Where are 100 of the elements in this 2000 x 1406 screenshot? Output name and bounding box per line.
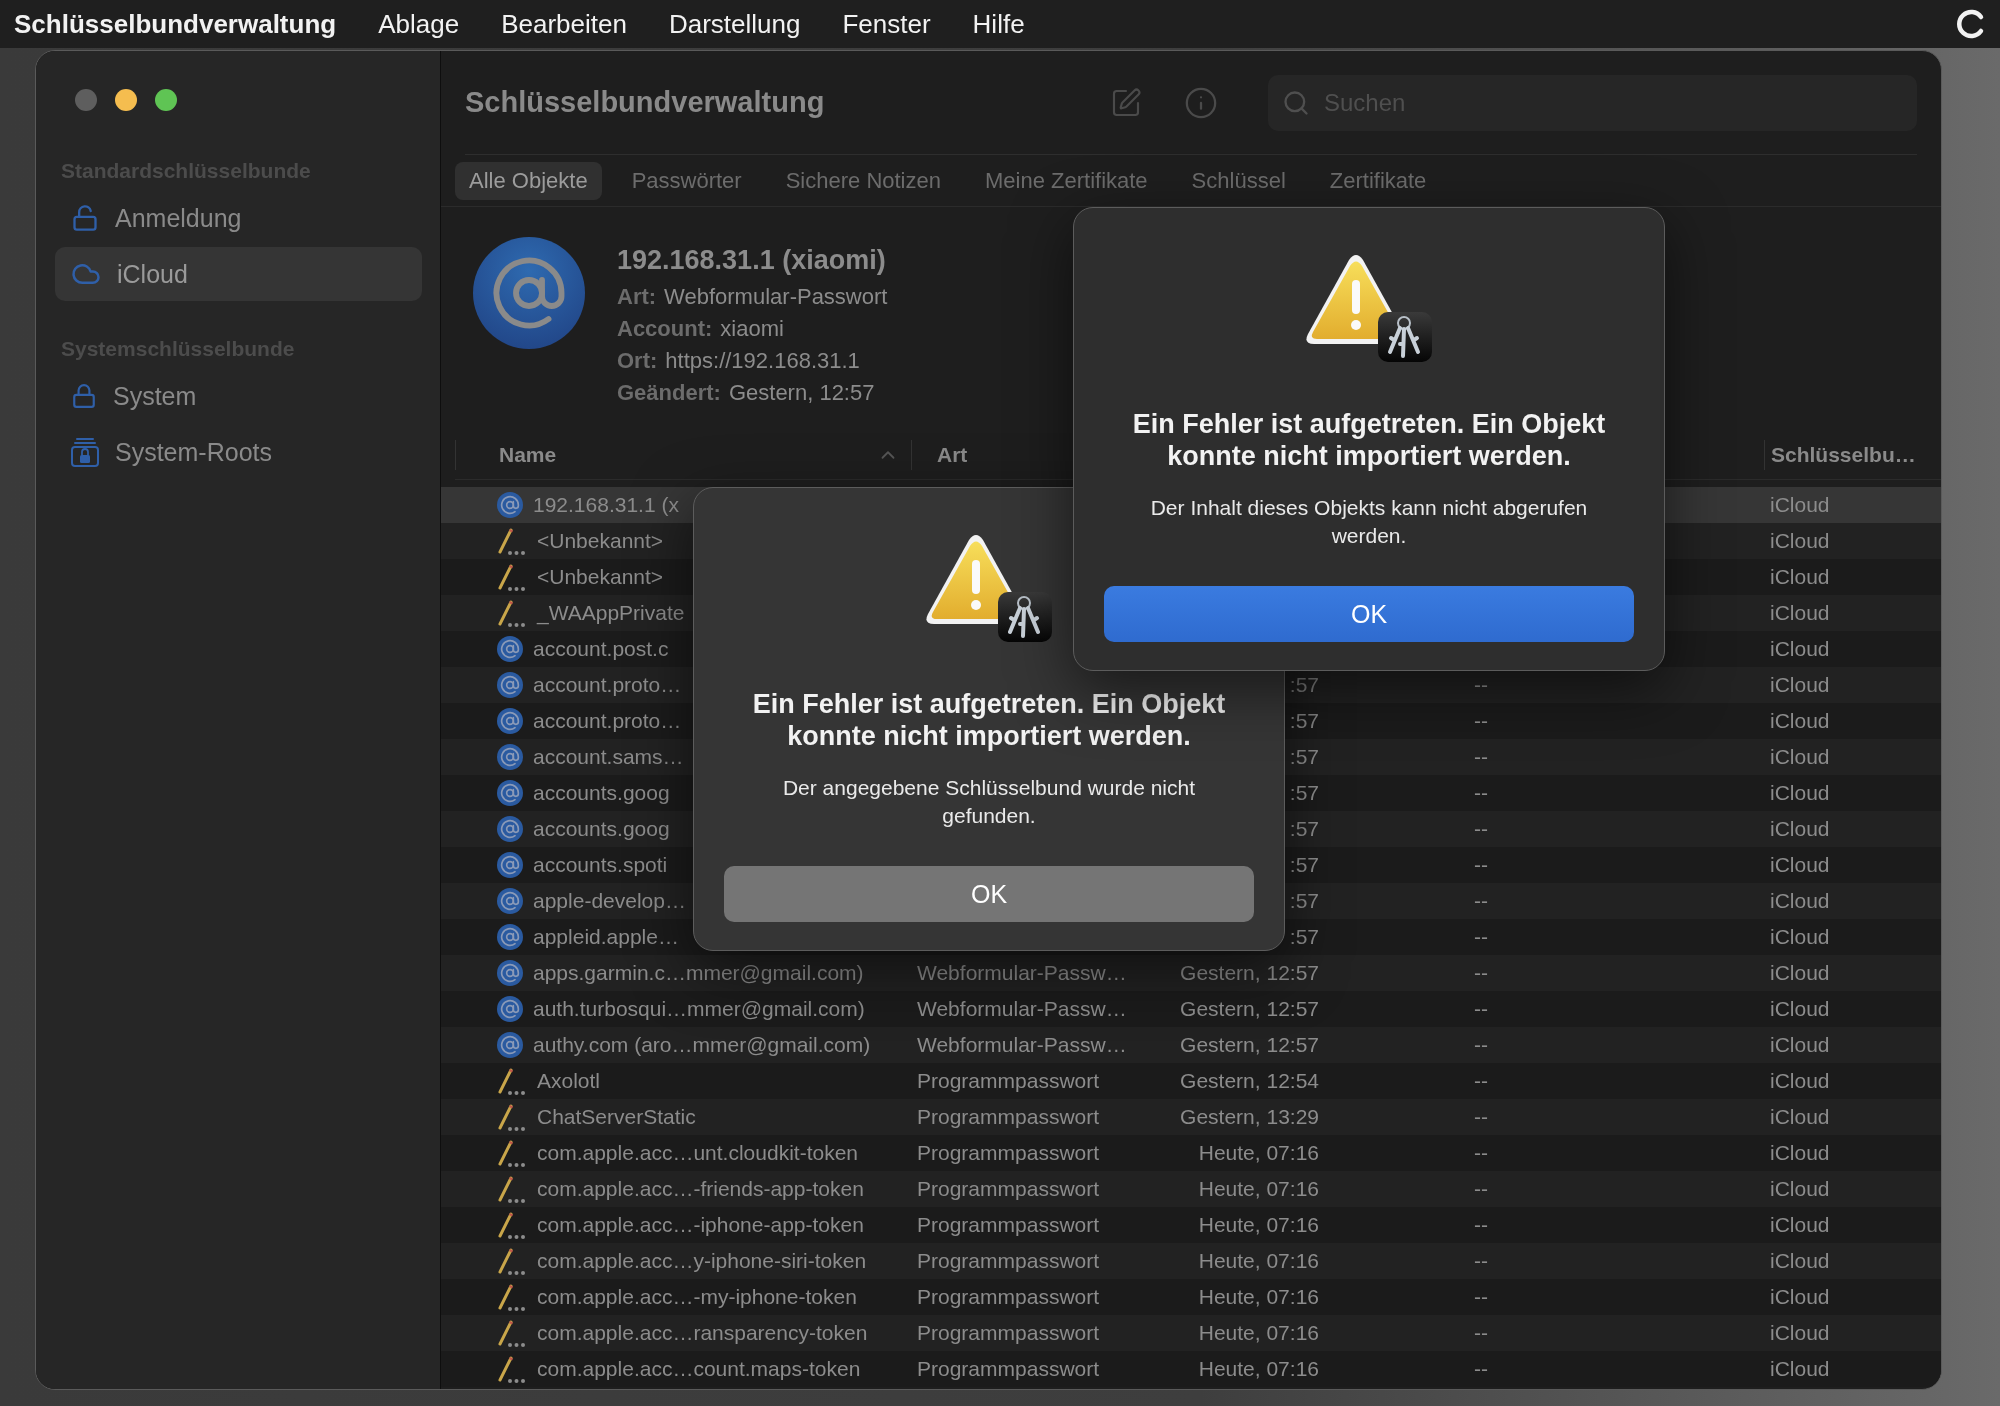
table-cell: _WAAppPrivate [537,601,685,625]
table-cell-text: iCloud [1769,637,1830,660]
table-cell-text: -- [1473,889,1488,912]
table-cell: Gestern, 12:57 [1180,1033,1319,1057]
table-cell-text: -- [1473,1249,1488,1272]
table-cell-text: Programmpasswort [916,1105,1100,1128]
table-cell-text: -- [1473,745,1488,768]
table-cell: Heute, 07:16 [1198,1285,1319,1309]
field-label: Ort: [617,348,658,374]
table-cell-text: Webformular-Passw… [916,961,1127,984]
table-cell-text: iCloud [1769,1285,1830,1308]
table-cell-text: iCloud [1769,1321,1830,1344]
table-cell-text: -- [1473,1033,1488,1056]
table-cell: :57 [1289,745,1319,769]
window-title: Schlüsselbundverwaltung [465,86,825,119]
table-cell: accounts.goog [533,781,670,805]
table-cell-text: iCloud [1769,997,1830,1020]
table-cell-text: iCloud [1769,853,1830,876]
table-cell-text: Programmpasswort [916,1177,1100,1200]
table-cell: Heute, 07:16 [1198,1213,1319,1237]
table-cell: 192.168.31.1 (x [533,493,679,517]
table-cell: account.sams… [533,745,684,769]
table-cell: Gestern, 13:29 [1180,1105,1319,1129]
table-cell: com.apple.acc…count.maps-token [537,1357,861,1381]
table-cell: com.apple.acc…ransparency-token [537,1321,868,1345]
alert-title: Ein Fehler ist aufgetreten. Ein Objekt konnte nicht importiert werden. [751,688,1227,752]
table-cell-text: iCloud [1769,817,1830,840]
table-cell-text: Programmpasswort [916,1285,1100,1308]
alert-message: Der Inhalt dieses Objekts kann nicht abgerufen werden. [1149,495,1589,549]
table-cell-text: iCloud [1769,961,1830,984]
table-cell: com.apple.acc…y-iphone-siri-token [537,1249,867,1273]
table-cell-text: Programmpasswort [916,1357,1100,1380]
table-cell: Gestern, 12:57 [1180,997,1319,1021]
table-cell: authy.com (aro…mmer@gmail.com) [533,1033,871,1057]
table-cell-text: -- [1473,1321,1488,1344]
table-cell-text: Programmpasswort [916,1141,1100,1164]
field-value: Gestern, 12:57 [728,380,875,406]
table-cell-text: -- [1473,1069,1488,1092]
table-cell: account.proto… [533,673,682,697]
table-cell-text: Programmpasswort [916,1213,1100,1236]
table-cell: :57 [1289,817,1319,841]
table-cell: Gestern, 12:57 [1180,961,1319,985]
table-cell-text: -- [1473,1177,1488,1200]
table-cell-text: iCloud [1769,1105,1830,1128]
table-cell: accounts.goog [533,817,670,841]
table-cell-text: Programmpasswort [916,1069,1100,1092]
table-cell-text: -- [1473,817,1488,840]
table-cell-text: iCloud [1769,745,1830,768]
table-cell-text: Webformular-Passw… [916,1033,1127,1056]
table-cell-text: -- [1473,1285,1488,1308]
table-cell-text: iCloud [1769,1033,1830,1056]
table-cell: account.post.c [533,637,669,661]
table-cell-text: -- [1473,1213,1488,1236]
table-cell-text: -- [1473,1141,1488,1164]
table-cell-text: iCloud [1769,1141,1830,1164]
field-value: xiaomi [720,316,784,342]
field-label: Art: [617,284,657,310]
table-cell-text: Webformular-Passw… [916,997,1127,1020]
table-cell-text: iCloud [1769,1069,1830,1092]
table-cell: :57 [1289,673,1319,697]
table-cell-text: -- [1473,673,1488,696]
table-cell: :57 [1289,889,1319,913]
table-cell: com.apple.acc…unt.cloudkit-token [537,1141,858,1165]
table-cell: <Unbekannt> [537,529,664,553]
table-cell-text: iCloud [1769,493,1830,516]
table-cell: :57 [1289,781,1319,805]
table-cell-text: Programmpasswort [916,1321,1100,1344]
table-cell-text: iCloud [1769,601,1830,624]
table-cell: com.apple.acc…-iphone-app-token [537,1213,864,1237]
table-cell: Heute, 07:16 [1198,1357,1319,1381]
field-label: Geändert: [617,380,721,406]
table-cell-text: -- [1473,961,1488,984]
table-cell-text: iCloud [1769,1177,1830,1200]
table-cell-text: iCloud [1769,673,1830,696]
table-cell-text: -- [1473,1357,1488,1380]
table-cell-text: -- [1473,853,1488,876]
table-cell: appleid.apple… [533,925,679,949]
table-cell: apple-develop… [533,889,686,913]
table-cell: Heute, 07:16 [1198,1141,1319,1165]
table-cell-text: iCloud [1769,925,1830,948]
table-cell: :57 [1289,853,1319,877]
table-cell: Heute, 07:16 [1198,1321,1319,1345]
table-cell-text: iCloud [1769,889,1830,912]
table-cell: :57 [1289,925,1319,949]
table-cell-text: -- [1473,781,1488,804]
table-cell-text: -- [1473,1105,1488,1128]
table-cell-text: Programmpasswort [916,1249,1100,1272]
table-cell-text: -- [1473,997,1488,1020]
table-cell: :57 [1289,709,1319,733]
table-cell: Gestern, 12:54 [1180,1069,1319,1093]
table-cell: com.apple.acc…-friends-app-token [537,1177,864,1201]
table-cell-text: iCloud [1769,709,1830,732]
table-cell-text: iCloud [1769,529,1830,552]
table-cell: Heute, 07:16 [1198,1249,1319,1273]
table-cell: auth.turbosqui…mmer@gmail.com) [533,997,865,1021]
table-cell: accounts.spoti [533,853,668,877]
item-title: 192.168.31.1 (xiaomi) [617,245,887,276]
table-cell-text: iCloud [1769,1249,1830,1272]
table-cell-text: -- [1473,925,1488,948]
table-cell: ChatServerStatic [537,1105,696,1129]
